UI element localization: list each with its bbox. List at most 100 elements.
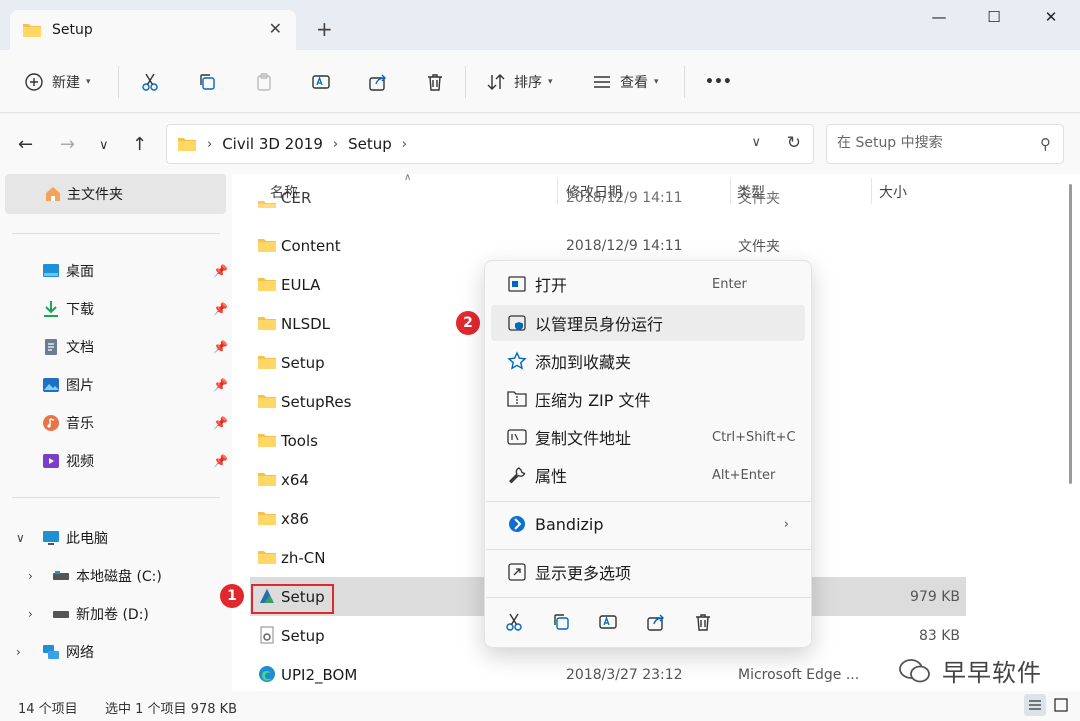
maximize-button[interactable]: ☐ bbox=[979, 8, 1009, 30]
pin-icon[interactable]: 📌 bbox=[213, 340, 228, 354]
chevron-right-icon[interactable]: › bbox=[28, 607, 33, 621]
file-name: SetupRes bbox=[281, 392, 352, 411]
menu-item-show-more-options[interactable]: 显示更多选项 bbox=[491, 554, 805, 590]
tab-setup[interactable]: Setup ✕ bbox=[10, 10, 296, 50]
sidebar-item-drive-d[interactable]: › 新加卷 (D:) bbox=[0, 596, 232, 632]
delete-button[interactable] bbox=[425, 68, 445, 96]
folder-icon bbox=[178, 138, 196, 151]
watermark: 早早软件 bbox=[898, 653, 1042, 688]
forward-arrow-icon[interactable]: → bbox=[60, 134, 75, 155]
chevron-right-icon[interactable]: › bbox=[28, 569, 33, 583]
paste-button[interactable] bbox=[254, 68, 274, 96]
quick-cut-button[interactable] bbox=[502, 610, 526, 634]
menu-item-compress-zip[interactable]: 压缩为 ZIP 文件 bbox=[491, 381, 805, 417]
sort-button[interactable]: 排序 ▾ bbox=[486, 68, 553, 96]
menu-item-label: 显示更多选项 bbox=[535, 564, 632, 583]
search-icon: ⚲ bbox=[1040, 135, 1051, 153]
sidebar-divider bbox=[12, 497, 220, 498]
view-button[interactable]: 查看 ▾ bbox=[592, 68, 659, 96]
file-row[interactable]: UPI2_BOM 2018/3/27 23:12 Microsoft Edge ..… bbox=[250, 655, 966, 691]
details-view-button[interactable] bbox=[1024, 694, 1046, 716]
up-arrow-icon[interactable]: ↑ bbox=[132, 134, 147, 155]
folder-icon bbox=[258, 473, 276, 486]
copy-button[interactable] bbox=[197, 68, 217, 96]
menu-item-run-as-admin[interactable]: 以管理员身份运行 bbox=[491, 305, 805, 341]
toolbar-divider bbox=[465, 66, 466, 98]
quick-delete-button[interactable] bbox=[691, 610, 715, 634]
new-button[interactable]: 新建 ▾ bbox=[24, 68, 91, 96]
trash-icon bbox=[696, 614, 710, 631]
chevron-right-icon[interactable]: › bbox=[16, 645, 21, 659]
menu-item-copy-path[interactable]: 复制文件地址 Ctrl+Shift+C bbox=[491, 419, 805, 455]
copy-icon bbox=[200, 74, 215, 90]
sidebar-item-this-pc[interactable]: ∨ 此电脑 bbox=[0, 520, 232, 556]
rename-button[interactable] bbox=[311, 68, 331, 96]
share-icon bbox=[369, 74, 386, 91]
zip-icon bbox=[507, 391, 527, 407]
pin-icon[interactable]: 📌 bbox=[213, 416, 228, 430]
search-input[interactable] bbox=[837, 135, 1027, 151]
sidebar-item-music[interactable]: 音乐 📌 bbox=[0, 405, 232, 441]
new-label: 新建 bbox=[52, 75, 80, 91]
sidebar-item-home[interactable]: 主文件夹 bbox=[5, 174, 226, 214]
more-button[interactable]: ••• bbox=[705, 68, 732, 96]
sidebar-item-desktop[interactable]: 桌面 📌 bbox=[0, 253, 232, 289]
menu-item-add-favorites[interactable]: 添加到收藏夹 bbox=[491, 343, 805, 379]
share-button[interactable] bbox=[368, 68, 388, 96]
sidebar-item-downloads[interactable]: 下载 📌 bbox=[0, 291, 232, 327]
sidebar-item-pictures[interactable]: 图片 📌 bbox=[0, 367, 232, 403]
sidebar-item-drive-c[interactable]: › 本地磁盘 (C:) bbox=[0, 558, 232, 594]
watermark-text: 早早软件 bbox=[942, 659, 1042, 687]
file-name: Tools bbox=[281, 431, 318, 450]
star-icon bbox=[507, 351, 527, 370]
pin-icon[interactable]: 📌 bbox=[213, 264, 228, 278]
pin-icon[interactable]: 📌 bbox=[213, 378, 228, 392]
address-dropdown-icon[interactable]: ∨ bbox=[751, 135, 761, 150]
address-bar[interactable]: › Civil 3D 2019 › Setup › ∨ ↻ bbox=[166, 124, 814, 164]
file-name: CER bbox=[281, 189, 312, 207]
refresh-icon[interactable]: ↻ bbox=[787, 133, 801, 153]
quick-rename-button[interactable] bbox=[596, 610, 620, 634]
tiles-view-button[interactable] bbox=[1050, 694, 1072, 716]
folder-icon bbox=[258, 512, 276, 525]
recent-chevron-icon[interactable]: ∨ bbox=[99, 138, 109, 153]
sidebar-item-documents[interactable]: 文档 📌 bbox=[0, 329, 232, 365]
minimize-button[interactable]: — bbox=[924, 8, 954, 30]
menu-separator bbox=[486, 501, 812, 502]
drive-icon bbox=[53, 571, 69, 580]
menu-item-open[interactable]: 打开 Enter bbox=[491, 266, 805, 302]
breadcrumb-civil3d[interactable]: Civil 3D 2019 bbox=[222, 135, 323, 153]
pin-icon[interactable]: 📌 bbox=[213, 454, 228, 468]
chevron-down-icon[interactable]: ∨ bbox=[16, 531, 25, 545]
quick-copy-button[interactable] bbox=[549, 610, 573, 634]
file-row[interactable]: CER 2018/12/9 14:11 文件夹 bbox=[250, 188, 966, 208]
plus-circle-icon bbox=[25, 73, 43, 91]
document-icon bbox=[45, 339, 57, 355]
navigation-pane: 主文件夹 桌面 📌 下载 📌 文档 📌 图片 📌 音乐 📌 视频 📌 ∨ 此电脑… bbox=[0, 174, 232, 691]
tab-close-button[interactable]: ✕ bbox=[269, 19, 282, 38]
highlight-box-setup bbox=[251, 584, 334, 614]
cut-button[interactable] bbox=[140, 68, 160, 96]
file-type: 文件夹 bbox=[738, 238, 780, 255]
pin-icon[interactable]: 📌 bbox=[213, 302, 228, 316]
menu-item-bandizip[interactable]: Bandizip › bbox=[491, 506, 805, 542]
new-tab-button[interactable]: + bbox=[316, 17, 333, 41]
vertical-scrollbar[interactable] bbox=[1069, 184, 1072, 484]
command-bar: 新建 ▾ 排序 ▾ 查看 ▾ ••• bbox=[0, 50, 1080, 113]
menu-item-properties[interactable]: 属性 Alt+Enter bbox=[491, 457, 805, 493]
toolbar-divider bbox=[684, 66, 685, 98]
share-icon bbox=[647, 614, 664, 631]
sidebar-item-network[interactable]: › 网络 bbox=[0, 634, 232, 670]
folder-icon bbox=[258, 395, 276, 408]
status-bar: 14 个项目 选中 1 个项目 978 KB bbox=[0, 691, 1080, 721]
menu-item-shortcut: Ctrl+Shift+C bbox=[712, 429, 796, 445]
back-arrow-icon[interactable]: ← bbox=[18, 134, 33, 155]
sidebar-item-videos[interactable]: 视频 📌 bbox=[0, 443, 232, 479]
close-button[interactable]: ✕ bbox=[1036, 8, 1066, 30]
breadcrumb-separator: › bbox=[207, 136, 213, 152]
search-box[interactable]: ⚲ bbox=[826, 124, 1064, 164]
quick-share-button[interactable] bbox=[644, 610, 668, 634]
breadcrumb-setup[interactable]: Setup bbox=[348, 135, 392, 153]
chevron-down-icon: ▾ bbox=[548, 77, 553, 87]
folder-icon bbox=[258, 201, 276, 208]
